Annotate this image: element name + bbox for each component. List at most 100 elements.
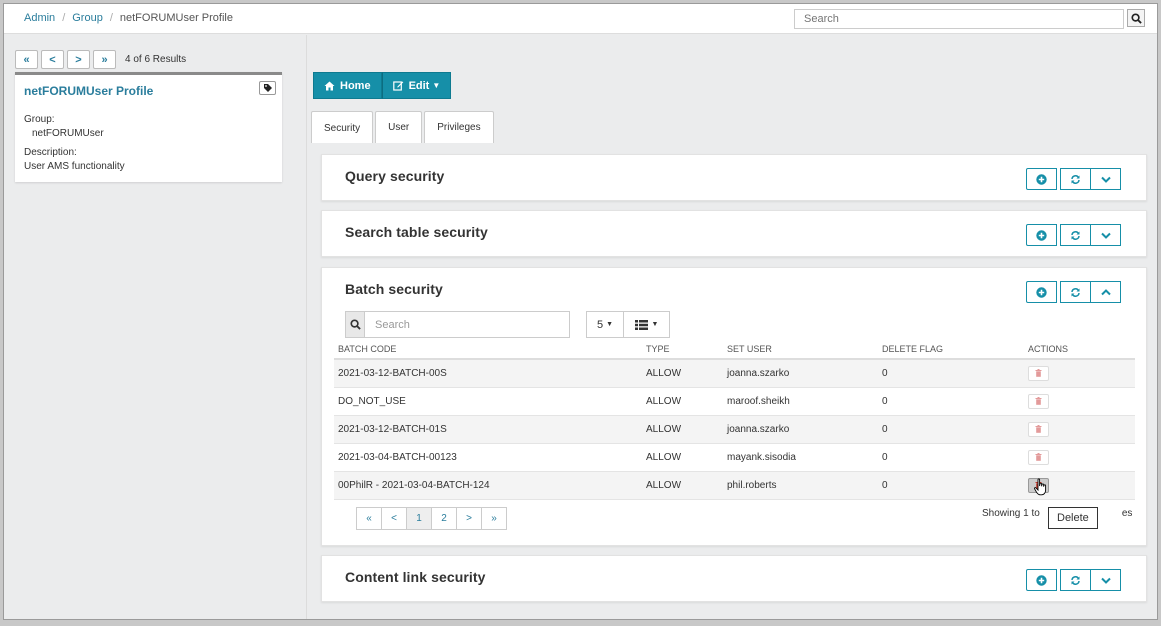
profile-card: netFORUMUser Profile Group: netFORUMUser…	[15, 72, 282, 182]
column-picker-button[interactable]: ▼	[623, 311, 670, 338]
page-size-select[interactable]: 5 ▼	[586, 311, 624, 338]
add-button[interactable]	[1026, 224, 1057, 246]
top-search-input[interactable]	[794, 9, 1124, 29]
col-set-user[interactable]: SET USER	[723, 339, 878, 360]
batch-code: 2021-03-12-BATCH-01S	[334, 415, 642, 444]
refresh-button[interactable]	[1060, 168, 1091, 190]
set-user: maroof.sheikh	[723, 387, 878, 416]
add-button[interactable]	[1026, 281, 1057, 303]
table-header-row: BATCH CODE TYPE SET USER DELETE FLAG ACT…	[334, 339, 1135, 360]
record-navigation: « < > » 4 of 6 Results	[15, 50, 186, 69]
plus-circle-icon	[1036, 229, 1047, 241]
tab-privileges[interactable]: Privileges	[424, 111, 494, 143]
tab-security[interactable]: Security	[311, 111, 374, 144]
page-1-button[interactable]: 1	[406, 507, 432, 530]
group-label: Group:	[24, 114, 55, 125]
delete-button[interactable]	[1028, 393, 1049, 409]
trash-icon	[1035, 425, 1042, 433]
first-record-button[interactable]: «	[15, 50, 38, 69]
refresh-button[interactable]	[1060, 569, 1091, 591]
batch-pagination: « < 1 2 > »	[356, 507, 507, 530]
caret-down-icon: ▼	[606, 321, 614, 328]
tab-bar: Security User Privileges	[311, 111, 494, 144]
top-search-button[interactable]	[1127, 9, 1145, 27]
delete-flag: 0	[878, 471, 1024, 500]
batch-code: DO_NOT_USE	[334, 387, 642, 416]
set-user: joanna.szarko	[723, 415, 878, 444]
left-sidebar: « < > » 4 of 6 Results netFORUMUser Prof…	[4, 35, 307, 619]
home-label: Home	[340, 79, 371, 92]
plus-circle-icon	[1036, 574, 1047, 586]
chevron-down-icon	[1100, 232, 1111, 239]
home-icon	[324, 81, 335, 90]
security-tab-content: Query security Search table security Bat…	[310, 143, 1157, 619]
page-size-value: 5	[596, 318, 604, 331]
breadcrumb: Admin / Group / netFORUMUser Profile	[24, 12, 233, 24]
last-record-button[interactable]: »	[93, 50, 116, 69]
refresh-button[interactable]	[1060, 281, 1091, 303]
profile-details: Group: netFORUMUser Description: User AM…	[24, 113, 125, 174]
batch-code: 2021-03-12-BATCH-00S	[334, 359, 642, 388]
expand-button[interactable]	[1090, 224, 1121, 246]
search-table-security-actions	[1026, 224, 1121, 246]
batch-security-panel: Batch security Search 5 ▼ ▼ BATCH CODE T…	[321, 267, 1147, 546]
set-user: phil.roberts	[723, 471, 878, 500]
delete-tooltip: Delete	[1048, 507, 1098, 529]
app-frame: Admin/Group/netFORUMUser Profile « < > »…	[3, 3, 1158, 620]
query-security-actions	[1026, 168, 1121, 190]
edit-label: Edit	[408, 79, 430, 92]
content-link-security-actions	[1026, 569, 1121, 591]
search-table-security-panel: Search table security	[321, 210, 1147, 257]
delete-button[interactable]	[1028, 365, 1049, 381]
record-toolbar: Home Edit ▼	[313, 72, 452, 99]
type: ALLOW	[642, 359, 723, 388]
batch-security-title: Batch security	[345, 281, 443, 297]
refresh-icon	[1071, 575, 1080, 585]
chevron-down-icon	[1100, 577, 1111, 584]
refresh-icon	[1071, 287, 1080, 297]
plus-circle-icon	[1036, 286, 1047, 298]
expand-button[interactable]	[1090, 569, 1121, 591]
delete-button[interactable]	[1028, 421, 1049, 437]
refresh-button[interactable]	[1060, 224, 1091, 246]
caret-down-icon: ▼	[651, 321, 659, 328]
type: ALLOW	[642, 387, 723, 416]
profile-title[interactable]: netFORUMUser Profile	[24, 84, 153, 98]
col-type[interactable]: TYPE	[642, 339, 723, 360]
page-next-button[interactable]: >	[456, 507, 482, 530]
home-button[interactable]: Home	[313, 72, 382, 99]
col-delete-flag[interactable]: DELETE FLAG	[878, 339, 1024, 360]
breadcrumb-group[interactable]: Group	[72, 12, 103, 24]
table-row: 2021-03-12-BATCH-00S ALLOW joanna.szarko…	[334, 359, 1135, 388]
page-prev-button[interactable]: <	[381, 507, 407, 530]
page-2-button[interactable]: 2	[431, 507, 457, 530]
batch-code: 00PhilR - 2021-03-04-BATCH-124	[334, 471, 642, 500]
batch-security-actions	[1026, 281, 1121, 303]
breadcrumb-admin[interactable]: Admin	[24, 12, 55, 24]
page-first-button[interactable]: «	[356, 507, 382, 530]
hand-cursor-icon	[1034, 478, 1047, 496]
tab-user[interactable]: User	[375, 111, 423, 143]
col-batch-code[interactable]: BATCH CODE	[334, 339, 642, 360]
query-security-title: Query security	[345, 168, 445, 184]
set-user: mayank.sisodia	[723, 443, 878, 472]
expand-button[interactable]	[1090, 168, 1121, 190]
batch-security-table: BATCH CODE TYPE SET USER DELETE FLAG ACT…	[334, 339, 1135, 500]
batch-search-input[interactable]: Search	[365, 319, 410, 331]
showing-tail: es	[1121, 508, 1133, 519]
prev-record-button[interactable]: <	[41, 50, 64, 69]
search-icon	[346, 312, 365, 337]
add-button[interactable]	[1026, 168, 1057, 190]
chevron-down-icon	[1100, 176, 1111, 183]
tag-button[interactable]	[259, 81, 276, 95]
delete-flag: 0	[878, 359, 1024, 388]
collapse-button[interactable]	[1090, 281, 1121, 303]
add-button[interactable]	[1026, 569, 1057, 591]
edit-dropdown-button[interactable]: Edit ▼	[381, 72, 452, 99]
delete-button[interactable]	[1028, 449, 1049, 465]
page-last-button[interactable]: »	[481, 507, 507, 530]
refresh-icon	[1071, 230, 1080, 240]
next-record-button[interactable]: >	[67, 50, 90, 69]
edit-icon	[392, 81, 403, 91]
chevron-up-icon	[1100, 288, 1111, 295]
